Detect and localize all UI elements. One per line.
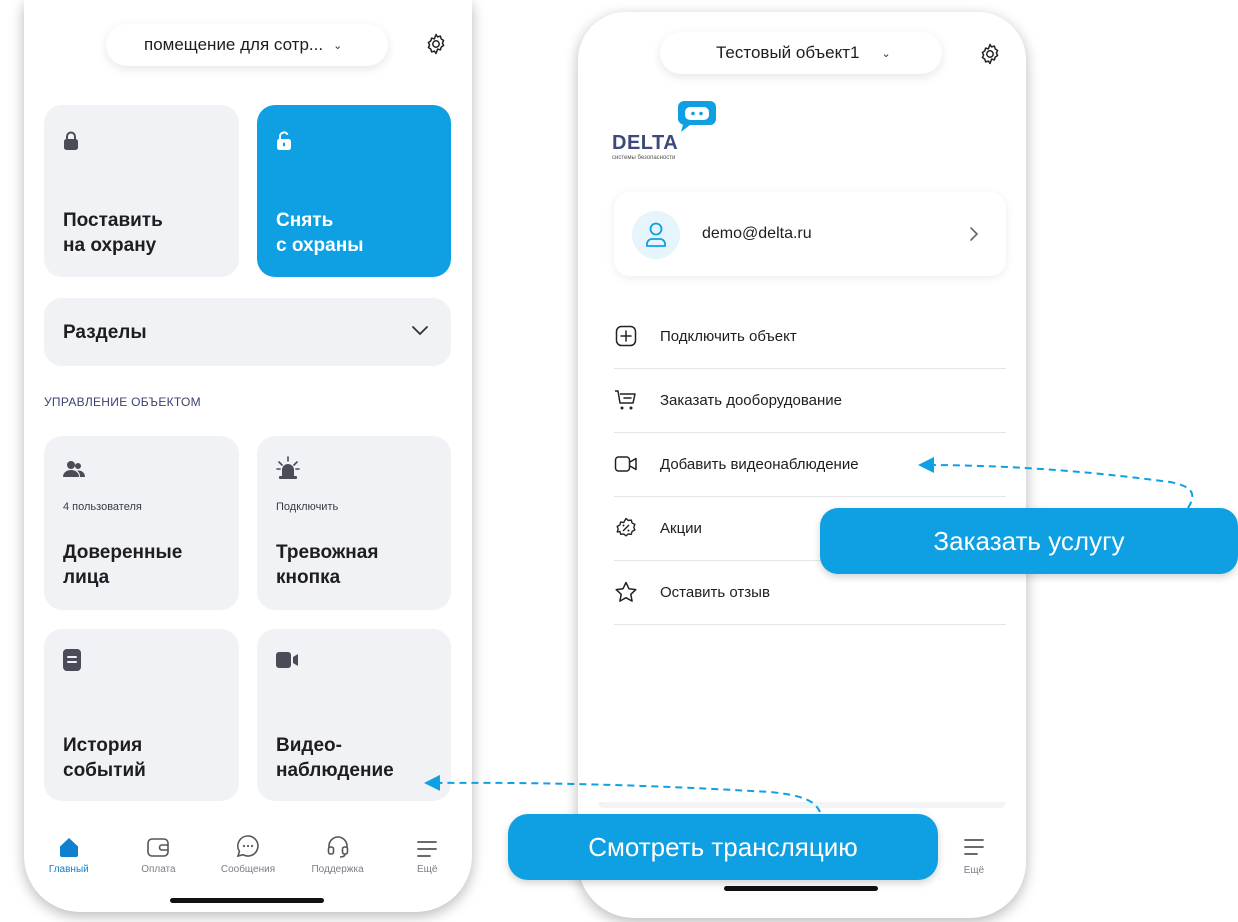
callout-arrows — [424, 457, 1194, 813]
order-service-text: Заказать услугу — [933, 525, 1125, 556]
arrow-to-video-menu — [918, 457, 1194, 509]
watch-stream-callout: Смотреть трансляцию — [508, 814, 938, 880]
arrow-to-video-card — [424, 774, 821, 813]
watch-stream-text: Смотреть трансляцию — [588, 831, 858, 862]
order-service-callout: Заказать услугу — [820, 508, 1238, 574]
